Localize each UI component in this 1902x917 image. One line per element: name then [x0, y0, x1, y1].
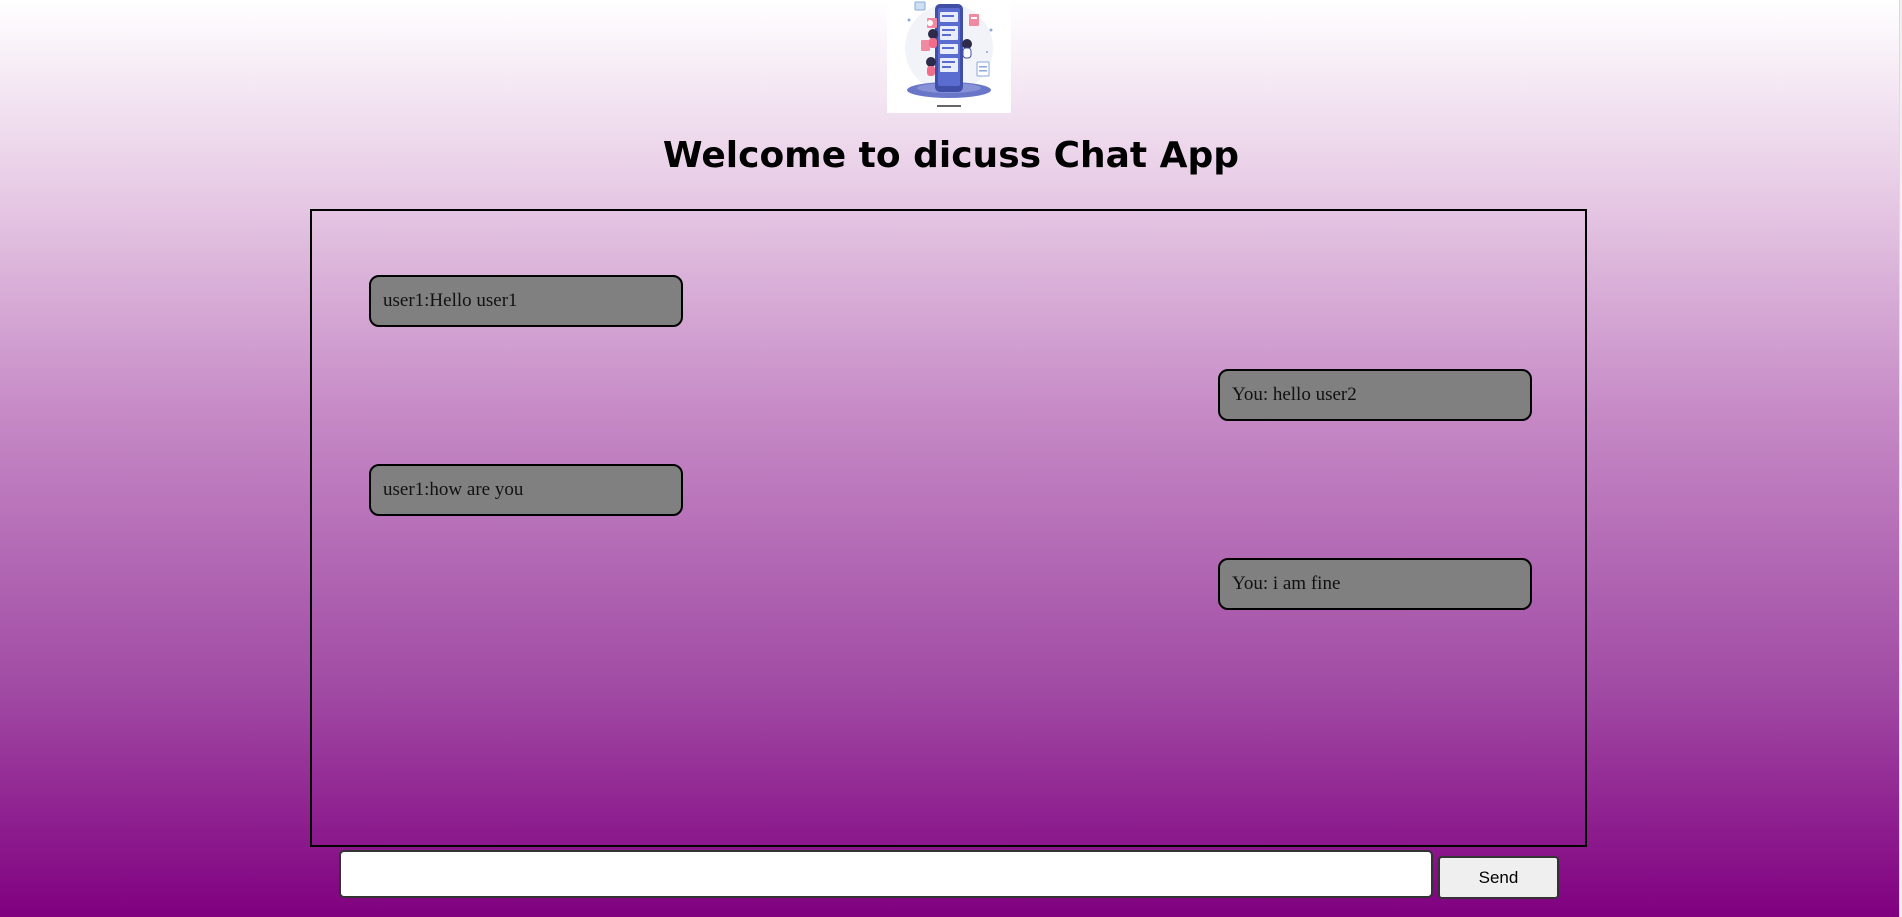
message-sent: You: hello user2: [1218, 369, 1532, 421]
page-title: Welcome to dicuss Chat App: [662, 135, 1240, 176]
chat-messages-container[interactable]: user1:Hello user1 You: hello user2 user1…: [310, 209, 1587, 847]
message-received: user1:Hello user1: [369, 275, 683, 327]
message-sent: You: i am fine: [1218, 558, 1532, 610]
app-logo: [887, 0, 1011, 113]
send-button[interactable]: Send: [1438, 856, 1559, 899]
chat-app-illustration-icon: [905, 1, 993, 107]
message-received: user1:how are you: [369, 464, 683, 516]
message-input[interactable]: [339, 850, 1433, 898]
